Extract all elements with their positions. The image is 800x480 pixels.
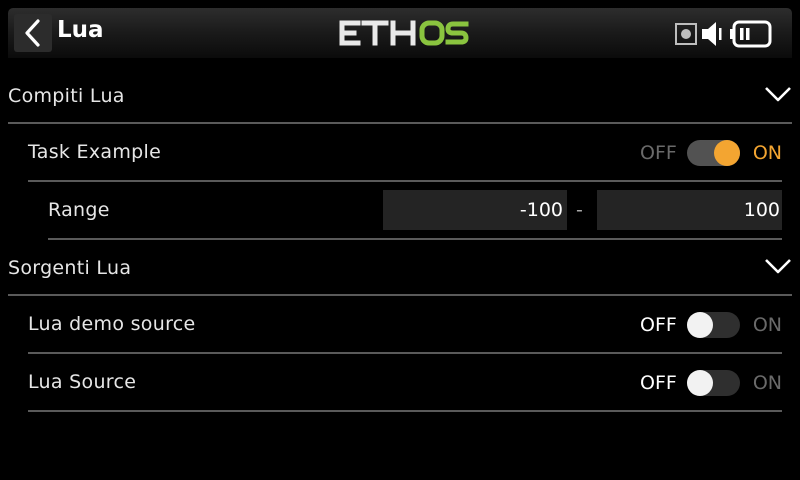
section-title: Sorgenti Lua	[8, 257, 132, 279]
toggle-off-label: OFF	[640, 314, 677, 336]
task-example-label: Task Example	[28, 141, 162, 163]
chevron-down-icon[interactable]	[764, 84, 792, 104]
toggle-on-label: ON	[752, 314, 782, 336]
range-label: Range	[48, 199, 110, 221]
page-title: Lua	[57, 17, 104, 43]
task-example-toggle[interactable]: OFF ON	[640, 138, 782, 168]
toggle-knob[interactable]	[687, 312, 713, 338]
range-separator: -	[576, 199, 583, 221]
toggle-on-label: ON	[752, 372, 782, 394]
toggle-track[interactable]	[687, 312, 740, 338]
lua-source-toggle[interactable]: OFF ON	[640, 368, 782, 398]
toggle-on-label: ON	[752, 142, 782, 164]
section-title: Compiti Lua	[8, 85, 125, 107]
toggle-knob[interactable]	[687, 370, 713, 396]
ethos-logo	[339, 20, 469, 46]
title-bar: Lua	[8, 8, 792, 58]
toggle-knob[interactable]	[714, 140, 740, 166]
lua-source-row: Lua Source OFF ON	[28, 354, 782, 412]
toggle-off-label: OFF	[640, 372, 677, 394]
section-header-sorgenti-lua[interactable]: Sorgenti Lua	[8, 240, 792, 296]
status-icons	[674, 20, 784, 48]
chevron-down-icon[interactable]	[764, 256, 792, 276]
toggle-off-label: OFF	[640, 142, 677, 164]
lua-source-label: Lua Source	[28, 371, 137, 393]
range-row: Range -100 - 100	[48, 182, 782, 240]
toggle-track[interactable]	[687, 370, 740, 396]
toggle-track[interactable]	[687, 140, 740, 166]
range-max-field[interactable]: 100	[597, 190, 782, 230]
range-min-field[interactable]: -100	[383, 190, 567, 230]
speaker-icon	[702, 22, 722, 46]
lua-settings-list: Compiti Lua Task Example OFF ON Range -1…	[0, 68, 800, 412]
task-example-row: Task Example OFF ON	[28, 124, 782, 182]
back-button[interactable]	[14, 14, 52, 52]
lua-demo-source-row: Lua demo source OFF ON	[28, 296, 782, 354]
lua-demo-source-label: Lua demo source	[28, 313, 196, 335]
chevron-left-icon	[25, 19, 40, 47]
lua-demo-source-toggle[interactable]: OFF ON	[640, 310, 782, 340]
battery-icon	[730, 20, 772, 48]
section-header-compiti-lua[interactable]: Compiti Lua	[8, 68, 792, 124]
